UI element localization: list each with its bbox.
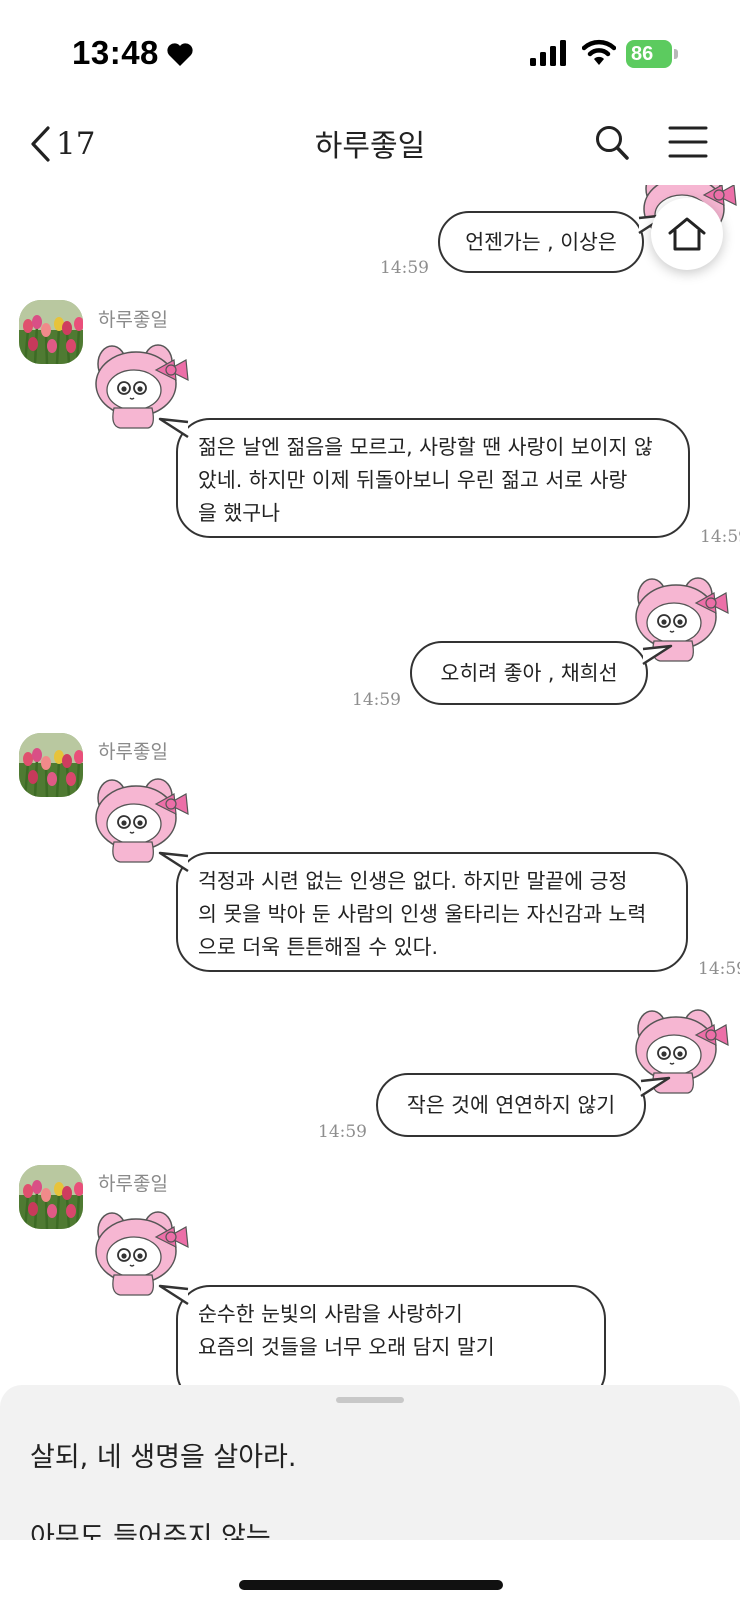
message-line: 을 했구나 xyxy=(198,501,280,525)
message-time: 14:59 xyxy=(698,959,740,979)
message-time: 14:59 xyxy=(700,527,740,547)
sticker-image xyxy=(95,344,189,429)
bubble-tail xyxy=(158,851,189,873)
message-text: 작은 것에 연연하지 않기 xyxy=(406,1092,616,1117)
chat-area[interactable]: 언젠가는 , 이상은 14:59 하루좋일 젊은 날엔 젊음을 모르고, 사랑할… xyxy=(0,185,740,1385)
message-line: 젊은 날엔 젊음을 모르고, 사랑할 땐 사랑이 보이지 않 xyxy=(198,435,653,459)
status-time: 13:48 xyxy=(72,34,159,71)
message-bubble[interactable]: 순수한 눈빛의 사람을 사랑하기 요즘의 것들을 너무 오래 담지 말기 xyxy=(176,1285,606,1385)
message-time: 14:59 xyxy=(352,690,401,710)
sender-name: 하루좋일 xyxy=(98,309,168,331)
message-bubble[interactable]: 젊은 날엔 젊음을 모르고, 사랑할 땐 사랑이 보이지 않 았네. 하지만 이… xyxy=(176,418,690,538)
message-text: 오히려 좋아 , 채희선 xyxy=(440,660,618,685)
menu-icon[interactable] xyxy=(668,125,708,159)
message-line: 요즘의 것들을 너무 오래 담지 말기 xyxy=(198,1335,495,1359)
search-icon[interactable] xyxy=(594,123,630,163)
status-bar: 13:48 86 xyxy=(0,0,740,100)
home-icon xyxy=(668,217,706,251)
message-line: 았네. 하지만 이제 뒤돌아보니 우린 젊고 서로 사랑 xyxy=(198,468,628,492)
heart-icon xyxy=(167,43,193,66)
battery-level: 86 xyxy=(626,40,672,68)
message-bubble[interactable]: 작은 것에 연연하지 않기 xyxy=(376,1073,646,1137)
sender-name: 하루좋일 xyxy=(98,1173,168,1195)
sender-avatar[interactable] xyxy=(19,733,83,797)
sheet-text: 아무도 들어주지 않는 xyxy=(30,1522,271,1540)
message-time: 14:59 xyxy=(318,1122,367,1142)
sender-avatar[interactable] xyxy=(19,1165,83,1229)
message-bubble[interactable]: 오히려 좋아 , 채희선 xyxy=(410,641,648,705)
sheet-drag-handle[interactable] xyxy=(336,1397,404,1403)
chat-header: 17 하루좋일 xyxy=(0,105,740,185)
wifi-icon xyxy=(582,39,616,65)
message-bubble[interactable]: 걱정과 시련 없는 인생은 없다. 하지만 말끝에 긍정 의 못을 박아 둔 사… xyxy=(176,852,688,972)
battery-indicator: 86 xyxy=(626,40,678,68)
bubble-tail xyxy=(158,1284,189,1306)
sheet-text: 살되, 네 생명을 살아라. xyxy=(30,1442,297,1473)
bubble-tail xyxy=(640,1076,671,1098)
message-time: 14:59 xyxy=(380,258,429,278)
message-line: 순수한 눈빛의 사람을 사랑하기 xyxy=(198,1302,463,1326)
message-line: 걱정과 시련 없는 인생은 없다. 하지만 말끝에 긍정 xyxy=(198,869,628,893)
sticker-image xyxy=(95,1211,189,1296)
message-line: 의 못을 박아 둔 사람의 인생 울타리는 자신감과 노력 xyxy=(198,902,647,926)
notice-sheet[interactable]: 살되, 네 생명을 살아라. 아무도 들어주지 않는 xyxy=(0,1385,740,1540)
message-bubble[interactable]: 언젠가는 , 이상은 xyxy=(438,211,644,273)
sender-avatar[interactable] xyxy=(19,300,83,364)
home-button[interactable] xyxy=(651,198,723,270)
sticker-image xyxy=(95,778,189,863)
battery-tip xyxy=(674,49,678,59)
sender-name: 하루좋일 xyxy=(98,741,168,763)
message-line: 으로 더욱 튼튼해질 수 있다. xyxy=(198,935,439,959)
home-indicator[interactable] xyxy=(239,1580,503,1590)
cellular-signal-icon xyxy=(530,40,566,66)
message-text: 언젠가는 , 이상은 xyxy=(465,229,617,254)
bubble-tail xyxy=(158,417,189,439)
bubble-tail xyxy=(642,644,673,666)
